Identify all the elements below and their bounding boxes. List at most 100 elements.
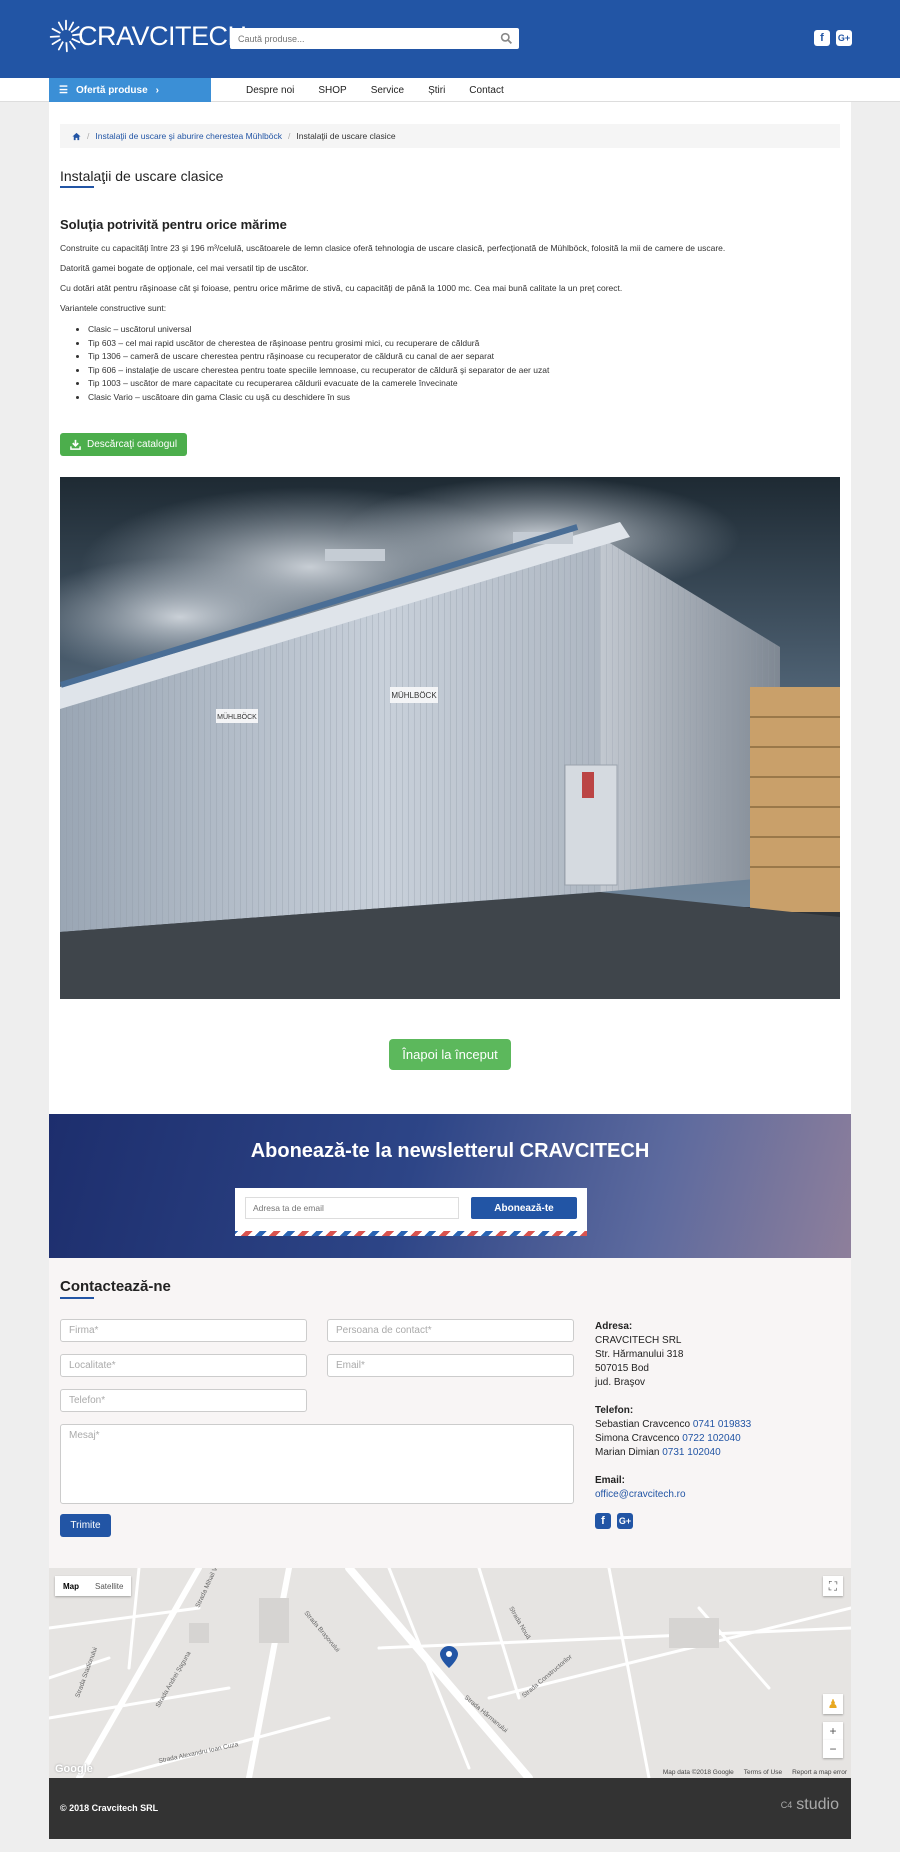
city-field[interactable]: Localitate*: [60, 1354, 307, 1377]
tab-satellite[interactable]: Satellite: [87, 1576, 131, 1596]
photo-sign: MÜHLBÖCK: [217, 713, 257, 721]
list-item: Tip 606 – instalaţie de uscare cherestea…: [88, 364, 549, 378]
contact-social: f G+: [595, 1513, 633, 1529]
map-data-text: Map data ©2018 Google: [662, 1769, 734, 1776]
newsletter-section: Abonează-te la newsletterul CRAVCITECH A…: [49, 1114, 851, 1258]
phone-label: Telefon:: [595, 1405, 634, 1416]
facebook-icon[interactable]: f: [814, 30, 830, 46]
nav-link-service[interactable]: Service: [359, 85, 416, 96]
pegman-icon[interactable]: ♟: [823, 1694, 843, 1714]
newsletter-email-input[interactable]: [245, 1197, 459, 1219]
facebook-icon[interactable]: f: [595, 1513, 611, 1529]
paragraph: Variantele constructive sunt:: [60, 303, 167, 313]
variants-list: Clasic – uscătorul universal Tip 603 – c…: [60, 323, 549, 405]
list-item: Tip 1306 – cameră de uscare cherestea pe…: [88, 350, 549, 364]
main-content: / Instalaţii de uscare şi aburire cheres…: [49, 102, 851, 1114]
search-icon[interactable]: [500, 32, 513, 45]
download-catalog-label: Descărcaţi catalogul: [87, 439, 178, 450]
studio-name: studio: [796, 1796, 839, 1813]
zoom-out-icon[interactable]: −: [823, 1740, 843, 1758]
paragraph: Construite cu capacităţi între 23 şi 196…: [60, 243, 726, 253]
nav-link-about[interactable]: Despre noi: [234, 85, 306, 96]
studio-logo[interactable]: C4 studio: [781, 1796, 839, 1814]
street-label: Strada Brașovului: [302, 1610, 340, 1654]
offer-products-label: Ofertă produse: [75, 84, 148, 96]
nav-link-news[interactable]: Știri: [416, 85, 457, 96]
top-header: CRAVCITECH f G+: [0, 0, 900, 78]
address-label: Adresa:: [595, 1321, 633, 1332]
google-plus-icon[interactable]: G+: [836, 30, 852, 46]
contact-section: Contactează-ne Firma* Persoana de contac…: [49, 1258, 851, 1568]
site-footer: © 2018 Cravcitech SRL C4 studio: [49, 1778, 851, 1839]
contact-title: Contactează-ne: [60, 1278, 171, 1295]
contact-person-field[interactable]: Persoana de contact*: [327, 1319, 574, 1342]
email-label: Email:: [595, 1475, 626, 1486]
breadcrumb-current: Instalaţii de uscare clasice: [296, 131, 396, 141]
tab-map[interactable]: Map: [55, 1576, 87, 1596]
home-icon[interactable]: [72, 132, 81, 141]
menu-icon: ☰: [59, 84, 68, 96]
page-title: Instalaţii de uscare clasice: [60, 168, 224, 184]
address-line: CRAVCITECH SRL: [595, 1335, 682, 1346]
nav-links: Despre noi SHOP Service Știri Contact: [234, 78, 516, 102]
newsletter-form: Abonează-te: [235, 1188, 587, 1236]
phone-link[interactable]: 0741 019833: [693, 1419, 751, 1430]
breadcrumb: / Instalaţii de uscare şi aburire cheres…: [60, 124, 840, 148]
street-label: Strada Mihail Viteazul: [194, 1568, 227, 1609]
phone-field[interactable]: Telefon*: [60, 1389, 307, 1412]
section-heading: Soluţia potrivită pentru orice mărime: [60, 217, 287, 232]
street-label: Strada Stadionului: [74, 1646, 99, 1698]
list-item: Clasic Vario – uscătoare din gama Clasic…: [88, 391, 549, 405]
street-label: Strada Alexandru Ioan Cuza: [158, 1741, 239, 1765]
airmail-stripe: [235, 1231, 587, 1236]
address-line: Str. Hărmanului 318: [595, 1349, 684, 1360]
title-underline: [60, 1297, 94, 1299]
studio-prefix: C4: [780, 1800, 793, 1810]
logo-text: CRAVCITECH: [78, 20, 247, 51]
download-catalog-button[interactable]: Descărcaţi catalogul: [60, 433, 188, 456]
breadcrumb-link[interactable]: Instalaţii de uscare şi aburire chereste…: [95, 131, 282, 141]
address-line: 507015 Bod: [595, 1363, 649, 1374]
nav-link-contact[interactable]: Contact: [457, 85, 515, 96]
report-error-link[interactable]: Report a map error: [792, 1769, 847, 1776]
paragraph: Datorită gamei bogate de opţionale, cel …: [60, 263, 309, 273]
list-item: Clasic – uscătorul universal: [88, 323, 549, 337]
email-link[interactable]: office@cravcitech.ro: [595, 1488, 835, 1502]
send-button[interactable]: Trimite: [60, 1514, 111, 1537]
street-label: Strada Constructorilor: [521, 1653, 575, 1700]
location-map[interactable]: Strada Brașovului Strada Hărmanului Stra…: [49, 1568, 851, 1778]
google-plus-icon[interactable]: G+: [617, 1513, 633, 1529]
phone-name: Sebastian Cravcenco: [595, 1419, 691, 1430]
logo[interactable]: CRAVCITECH: [48, 18, 247, 54]
subscribe-button[interactable]: Abonează-te: [471, 1197, 577, 1219]
message-field[interactable]: Mesaj*: [60, 1424, 574, 1504]
search-input[interactable]: [230, 28, 490, 49]
street-label: Strada Nouă: [507, 1606, 532, 1641]
phone-link[interactable]: 0722 102040: [682, 1433, 740, 1444]
chevron-right-icon: ›: [155, 84, 159, 96]
fullscreen-icon[interactable]: ⛶: [823, 1576, 843, 1596]
main-nav: ☰ Ofertă produse › Despre noi SHOP Servi…: [0, 78, 900, 102]
list-item: Tip 1003 – uscător de mare capacitate cu…: [88, 377, 549, 391]
map-type-tabs: Map Satellite: [55, 1576, 132, 1596]
nav-link-shop[interactable]: SHOP: [306, 85, 358, 96]
copyright: © 2018 Cravcitech SRL: [60, 1803, 159, 1813]
email-field[interactable]: Email*: [327, 1354, 574, 1377]
header-social: f G+: [814, 30, 852, 46]
photo-sign: MÜHLBÖCK: [391, 691, 437, 700]
newsletter-title: Abonează-te la newsletterul CRAVCITECH: [250, 1140, 650, 1162]
zoom-in-icon[interactable]: +: [823, 1722, 843, 1740]
phone-link[interactable]: 0731 102040: [662, 1447, 720, 1458]
terms-link[interactable]: Terms of Use: [744, 1769, 782, 1776]
list-item: Tip 603 – cel mai rapid uscător de chere…: [88, 337, 549, 351]
download-icon: [70, 439, 81, 450]
product-photo: MÜHLBÖCK MÜHLBÖCK: [60, 477, 840, 999]
company-field[interactable]: Firma*: [60, 1319, 307, 1342]
offer-products-button[interactable]: ☰ Ofertă produse ›: [49, 78, 211, 102]
breadcrumb-separator: /: [288, 131, 291, 141]
google-logo: Google: [55, 1763, 93, 1775]
phone-name: Marian Dimian: [595, 1447, 660, 1458]
back-to-top-button[interactable]: Înapoi la început: [389, 1039, 511, 1070]
breadcrumb-separator: /: [87, 131, 90, 141]
paragraph: Cu dotări atât pentru răşinoase cât şi f…: [60, 283, 623, 293]
